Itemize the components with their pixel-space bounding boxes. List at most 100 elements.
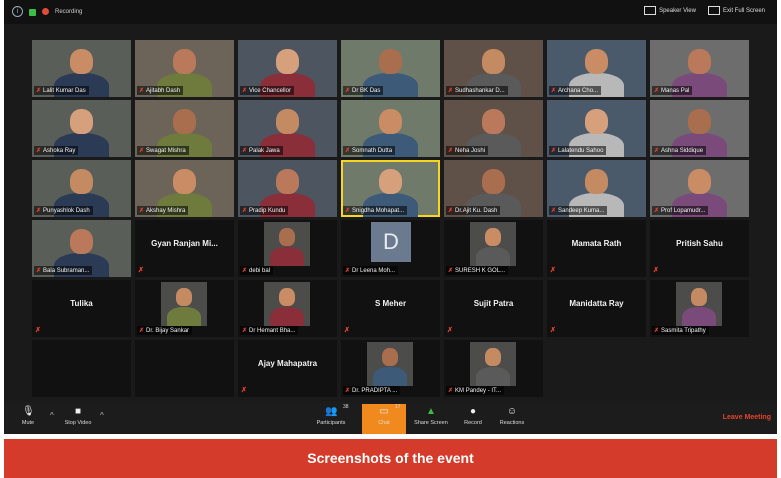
participant-body	[476, 366, 510, 386]
participant-display-name: Ajay Mahapatra	[257, 359, 318, 368]
mic-muted-icon: ✗	[654, 328, 660, 334]
participant-tile[interactable]: ✗ SURESH K GOL...	[444, 220, 543, 277]
participant-tile[interactable]: D ✗ Dr Leena Moh...	[341, 220, 440, 277]
participant-display-name: Tulika	[70, 299, 93, 308]
exit-fullscreen-button[interactable]: Exit Full Screen	[707, 6, 765, 15]
participant-tile[interactable]: ✗ debi bal	[238, 220, 337, 277]
participant-tile[interactable]: ✗ Dr. Bijay Sankar	[135, 280, 234, 337]
participant-tile	[135, 340, 234, 397]
stop-video-button[interactable]: ■ Stop Video	[56, 404, 100, 434]
participant-tile[interactable]: ✗ Dr Hemant Bha...	[238, 280, 337, 337]
participant-name-label: ✗ Ashoka Ray	[34, 146, 79, 155]
participant-tile[interactable]: ✗ Neha Joshi	[444, 100, 543, 157]
participant-tile[interactable]: ✗ Sudhashankar D...	[444, 40, 543, 97]
participant-name: KM Pandey - IT...	[455, 388, 502, 394]
participant-video	[264, 222, 310, 266]
participant-name: Swagat Mishra	[146, 148, 186, 154]
participant-name: Ajitabh Dash	[146, 88, 181, 94]
share-screen-icon: ▲	[426, 406, 436, 417]
participant-name: Dr Leena Moh...	[352, 268, 396, 274]
participant-head	[69, 49, 94, 75]
participant-tile[interactable]: Mamata Rath ✗	[547, 220, 646, 277]
participant-name: Somnath Dutta	[352, 148, 393, 154]
participant-name: Manas Pal	[661, 88, 690, 94]
info-icon[interactable]: i	[12, 6, 23, 17]
participant-body	[270, 306, 304, 326]
audio-options-caret[interactable]: ^	[50, 411, 54, 420]
participant-name: SURESH K GOL...	[455, 268, 506, 274]
mic-muted-icon: ✗	[345, 208, 351, 214]
participant-name-label: ✗ Snigdha Mohapat...	[343, 206, 408, 215]
participant-video	[470, 342, 516, 386]
participant-tile[interactable]: Tulika ✗	[32, 280, 131, 337]
video-options-caret[interactable]: ^	[100, 411, 104, 420]
participant-tile[interactable]: ✗ Akshay Mishra	[135, 160, 234, 217]
mic-muted-icon: ✗	[654, 88, 660, 94]
mic-muted-icon: ✗	[36, 88, 42, 94]
participant-tile[interactable]: ✗ Pradip Kundu	[238, 160, 337, 217]
participant-tile[interactable]: ✗ Sasmita Tripathy	[650, 280, 749, 337]
mic-muted-icon: ✗	[138, 267, 144, 274]
recording-icon	[42, 8, 49, 15]
participant-tile[interactable]: Sujit Patra ✗	[444, 280, 543, 337]
participant-head	[584, 169, 609, 195]
participant-tile[interactable]: Pritish Sahu ✗	[650, 220, 749, 277]
mic-muted-icon: ✗	[139, 148, 145, 154]
participant-name-label: ✗ Ajitabh Dash	[137, 86, 184, 95]
lock-icon[interactable]	[29, 9, 36, 16]
meeting-status: i Recording	[12, 6, 82, 17]
participant-name: Prof Lopamudr...	[661, 208, 706, 214]
participant-head	[584, 49, 609, 75]
participant-name-label: ✗ Neha Joshi	[446, 146, 489, 155]
mic-muted-icon: ✗	[448, 88, 454, 94]
participant-body	[682, 306, 716, 326]
participant-tile[interactable]: ✗ Snigdha Mohapat...	[341, 160, 440, 217]
participant-head	[172, 169, 197, 195]
participant-head	[279, 228, 295, 246]
participant-tile[interactable]: ✗ Palak Jawa	[238, 100, 337, 157]
participant-tile[interactable]: ✗ Lalit Kumar Das	[32, 40, 131, 97]
participant-tile[interactable]: ✗ Ajitabh Dash	[135, 40, 234, 97]
participant-tile[interactable]: ✗ Prof Lopamudr...	[650, 160, 749, 217]
participant-tile[interactable]: Ajay Mahapatra ✗	[238, 340, 337, 397]
participant-tile[interactable]: Gyan Ranjan Mi... ✗	[135, 220, 234, 277]
participant-name: Pradip Kundu	[249, 208, 286, 214]
mic-muted-icon: ✗	[551, 88, 557, 94]
participant-head	[481, 49, 506, 75]
participant-tile[interactable]: ✗ KM Pandey - IT...	[444, 340, 543, 397]
mic-muted-icon: ✗	[654, 148, 660, 154]
participant-tile[interactable]: ✗ Ashoka Ray	[32, 100, 131, 157]
participant-tile[interactable]: ✗ Vice Chancellor	[238, 40, 337, 97]
participant-tile[interactable]: ✗ Somnath Dutta	[341, 100, 440, 157]
speaker-view-button[interactable]: Speaker View	[644, 6, 696, 15]
participant-tile[interactable]: ✗ Ashna Siddique	[650, 100, 749, 157]
participant-video	[470, 222, 516, 266]
leave-meeting-button[interactable]: Leave Meeting	[723, 414, 771, 421]
participant-head	[176, 288, 192, 306]
participant-tile[interactable]: ✗ Archana Cho...	[547, 40, 646, 97]
participant-name-label: ✗ Punyashlok Dash	[34, 206, 93, 215]
participant-body	[167, 306, 201, 326]
participant-tile[interactable]: S Meher ✗	[341, 280, 440, 337]
participant-tile[interactable]: ✗ Swagat Mishra	[135, 100, 234, 157]
participant-tile[interactable]: ✗ Punyashlok Dash	[32, 160, 131, 217]
participant-tile[interactable]: Manidatta Ray ✗	[547, 280, 646, 337]
participant-head	[584, 109, 609, 135]
participant-video	[161, 282, 207, 326]
participant-name: Ashna Siddique	[661, 148, 704, 154]
participant-tile[interactable]: ✗ Bala Subraman...	[32, 220, 131, 277]
participant-tile[interactable]: ✗ Dr. PRADIPTA ...	[341, 340, 440, 397]
participant-tile[interactable]: ✗ Dr.Ajit Ku. Dash	[444, 160, 543, 217]
participant-tile[interactable]: ✗ Manas Pal	[650, 40, 749, 97]
participant-name: Dr.Ajit Ku. Dash	[455, 208, 498, 214]
record-button[interactable]: ● Record	[451, 404, 495, 434]
mic-muted-icon: ✗	[345, 268, 351, 274]
participant-tile[interactable]: ✗ Sandeep Kuma...	[547, 160, 646, 217]
mic-muted-icon: ✗	[242, 268, 248, 274]
reactions-button[interactable]: ☺ Reactions	[490, 404, 534, 434]
participant-tile[interactable]: ✗ Lalatendu Sahoo	[547, 100, 646, 157]
participant-display-name: S Meher	[374, 299, 407, 308]
mute-button[interactable]: 🎙 Mute	[6, 404, 50, 434]
share-screen-button[interactable]: ▲ Share Screen	[409, 404, 453, 434]
participant-tile[interactable]: ✗ Dr BK Das	[341, 40, 440, 97]
